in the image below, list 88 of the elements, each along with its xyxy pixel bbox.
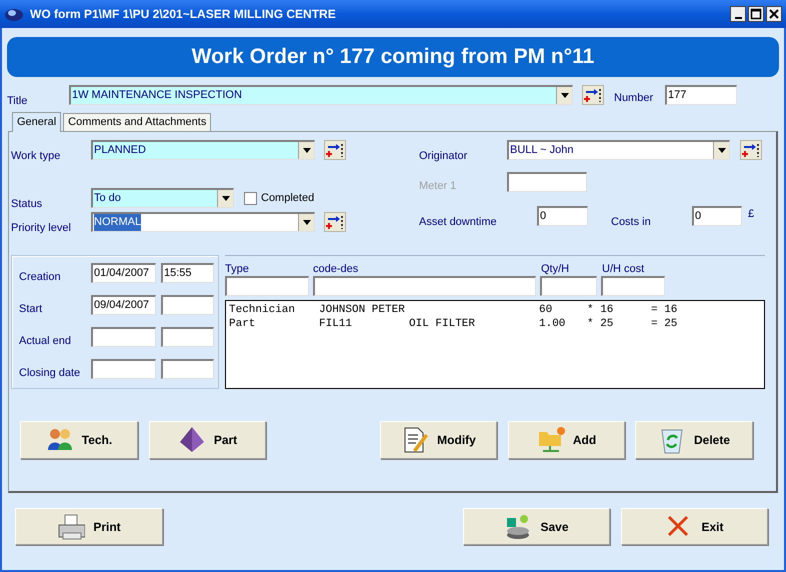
action-button[interactable]: Add	[508, 421, 625, 459]
close-icon	[767, 7, 781, 21]
list-cell-text: = 25	[651, 317, 678, 331]
field-label: Meter 1	[419, 179, 458, 194]
action-button[interactable]: Save	[463, 508, 610, 545]
dropdown-arrow-icon	[222, 196, 230, 201]
time-field[interactable]	[161, 327, 214, 347]
maximize-button[interactable]	[748, 6, 764, 22]
minimize-icon	[734, 17, 742, 19]
arrow-plus-icon	[326, 142, 344, 158]
window-title: WO form P1\MF 1\PU 2\201~LASER MILLING CENTRE	[30, 6, 336, 23]
action-button[interactable]: Modify	[380, 421, 497, 459]
lookup-button[interactable]	[324, 212, 346, 232]
lookup-button[interactable]	[740, 140, 762, 160]
action-button[interactable]: Delete	[635, 421, 753, 459]
folder-icon	[536, 426, 565, 454]
list-cell-text: = 16	[651, 303, 678, 317]
field-label: Costs in	[611, 215, 652, 230]
close-button[interactable]	[766, 6, 782, 22]
field-label: Number	[614, 91, 654, 106]
arrow-plus-icon	[584, 87, 602, 103]
list-cell-text: 60	[539, 303, 554, 317]
date-field[interactable]	[91, 327, 156, 347]
list-cell-text: * 25	[587, 317, 614, 331]
dropdown-field[interactable]: To do	[91, 188, 234, 208]
field-label: Originator	[419, 149, 468, 164]
arrow-plus-icon	[326, 214, 344, 230]
dropdown-arrow-icon	[302, 148, 310, 153]
action-button[interactable]: Part	[149, 421, 266, 459]
globe-icon	[4, 6, 24, 22]
list-cell-text: Technician	[229, 303, 296, 317]
action-button[interactable]: Tech.	[20, 421, 138, 459]
list-cell-text: 1.00	[539, 317, 566, 331]
field-label: Creation	[19, 270, 62, 285]
printer-icon	[57, 512, 86, 540]
time-field[interactable]: 15:55	[161, 263, 214, 283]
date-field[interactable]: 09/04/2007	[91, 295, 156, 315]
checkbox-label: Completed	[261, 190, 314, 206]
meter-field[interactable]	[507, 172, 587, 192]
dropdown-field[interactable]: PLANNED	[91, 140, 315, 160]
form-banner: Work Order n° 177 coming from PM n°11	[7, 37, 779, 77]
cost-lines-list[interactable]: Technician JOHNSON PETER 60 * 16 = 16 Part FIL11 OIL FILTER 1.00 * 25 = 25	[225, 300, 765, 389]
dropdown-arrow-icon	[302, 220, 310, 225]
field-label: Title	[6, 94, 28, 109]
field-label: Status	[11, 197, 44, 212]
entry-field[interactable]	[313, 276, 536, 296]
dropdown-arrow-icon	[718, 148, 726, 153]
downtime-field[interactable]: 0	[537, 206, 588, 226]
minimize-button[interactable]	[730, 6, 746, 22]
number-field[interactable]: 177	[665, 85, 737, 105]
lookup-button[interactable]	[324, 140, 346, 160]
field-label: Priority level	[11, 221, 72, 236]
date-field[interactable]: 01/04/2007	[91, 263, 156, 283]
action-button[interactable]: Print	[15, 508, 163, 545]
entry-field[interactable]	[225, 276, 309, 296]
list-cell-text: JOHNSON PETER	[319, 303, 406, 317]
field-label: Work type	[11, 149, 62, 164]
entry-field[interactable]	[601, 276, 665, 296]
date-field[interactable]	[91, 359, 156, 379]
dropdown-arrow-icon	[560, 93, 568, 98]
field-label: Closing date	[19, 366, 82, 381]
currency-symbol: £	[748, 207, 754, 222]
action-button[interactable]: Exit	[621, 508, 768, 545]
list-cell-text: Part	[229, 317, 256, 331]
time-field[interactable]	[161, 359, 214, 379]
dropdown-field[interactable]: BULL ~ John	[507, 140, 730, 160]
list-cell-text: * 16	[587, 303, 614, 317]
column-heading: U/H cost	[602, 262, 646, 274]
entry-field[interactable]	[540, 276, 597, 296]
column-heading: Type	[225, 262, 250, 274]
checkbox[interactable]	[244, 192, 257, 204]
pyramid-icon	[178, 426, 206, 454]
field-label: Start	[19, 302, 44, 317]
maximize-icon	[749, 7, 763, 21]
cost-field[interactable]: 0	[692, 206, 742, 226]
title-combo[interactable]: 1W MAINTENANCE INSPECTION	[69, 85, 573, 105]
column-heading: code-des	[313, 262, 360, 274]
time-field[interactable]	[161, 295, 214, 315]
arrow-plus-icon	[742, 142, 760, 158]
tab[interactable]: Comments and Attachments	[63, 113, 212, 131]
column-heading: Qty/H	[541, 262, 570, 274]
tab[interactable]: General	[12, 112, 62, 132]
field-label: Actual end	[19, 334, 72, 349]
list-cell-text: FIL11	[319, 317, 354, 331]
lookup-button[interactable]	[582, 85, 604, 105]
dropdown-field[interactable]: NORMAL	[91, 212, 315, 232]
list-cell-text: OIL FILTER	[409, 317, 476, 331]
field-label: Asset downtime	[419, 215, 498, 230]
